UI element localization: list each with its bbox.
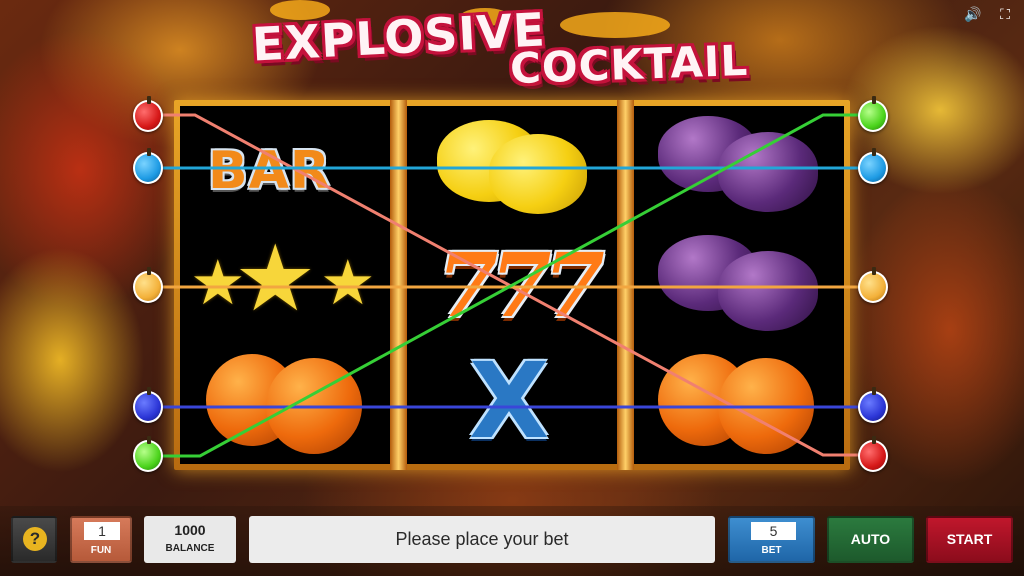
payline-marker-red-left[interactable]: [133, 96, 163, 132]
symbol-seven: 777: [407, 225, 617, 344]
star-icon: ★: [234, 228, 317, 330]
payline-marker-navy-right[interactable]: [858, 387, 888, 423]
symbol-x: X: [407, 344, 617, 463]
lemon-icon: [489, 134, 587, 214]
payline-marker-red-right[interactable]: [858, 436, 888, 472]
fun-button[interactable]: 1 FUN: [70, 516, 132, 563]
balance-label: BALANCE: [165, 543, 215, 554]
reel-1: BAR ★ ★ ★: [180, 106, 390, 464]
plum-icon: [718, 132, 818, 212]
balance-display: 1000 BALANCE: [144, 516, 236, 563]
symbol-orange: [180, 344, 390, 463]
help-button[interactable]: ?: [11, 516, 57, 563]
start-button[interactable]: START: [926, 516, 1013, 563]
plum-icon: [718, 251, 818, 331]
reel-2: 777 X: [407, 106, 617, 464]
x-label: X: [469, 340, 550, 462]
reel-divider: [390, 100, 407, 470]
fun-label: FUN: [90, 545, 112, 556]
logo-title-line2: COCKTAIL: [509, 35, 749, 94]
symbol-lemon: [407, 106, 617, 225]
bet-label: BET: [761, 545, 782, 556]
symbol-bar: BAR: [180, 106, 390, 225]
symbol-stars: ★ ★ ★: [180, 225, 390, 344]
symbol-plum: [634, 225, 844, 344]
fullscreen-icon[interactable]: ⛶: [995, 4, 1015, 24]
symbol-orange: [634, 344, 844, 463]
orange-icon: [266, 358, 362, 454]
payline-marker-green-right[interactable]: [858, 96, 888, 132]
auto-button[interactable]: AUTO: [827, 516, 914, 563]
status-message: Please place your bet: [249, 516, 715, 563]
fun-value: 1: [84, 522, 120, 540]
logo-splash: [560, 12, 670, 38]
payline-marker-navy-left[interactable]: [133, 387, 163, 423]
bet-button[interactable]: 5 BET: [728, 516, 815, 563]
speaker-icon[interactable]: 🔊: [963, 4, 983, 24]
reel-3: [634, 106, 844, 464]
bar-label: BAR: [208, 141, 331, 201]
star-icon: ★: [320, 249, 376, 318]
payline-marker-green-left[interactable]: [133, 436, 163, 472]
help-icon: ?: [23, 527, 47, 551]
payline-marker-blue-left[interactable]: [133, 148, 163, 184]
payline-marker-blue-right[interactable]: [858, 148, 888, 184]
bet-value: 5: [751, 522, 796, 540]
seven-label: 777: [437, 233, 605, 337]
symbol-plum: [634, 106, 844, 225]
orange-icon: [718, 358, 814, 454]
balance-value: 1000: [174, 522, 206, 538]
game-logo: EXPLOSIVE COCKTAIL: [230, 0, 790, 100]
payline-marker-orange-left[interactable]: [133, 267, 163, 303]
reel-divider: [617, 100, 634, 470]
reel-frame: BAR ★ ★ ★ 777 X: [174, 100, 850, 470]
payline-marker-orange-right[interactable]: [858, 267, 888, 303]
